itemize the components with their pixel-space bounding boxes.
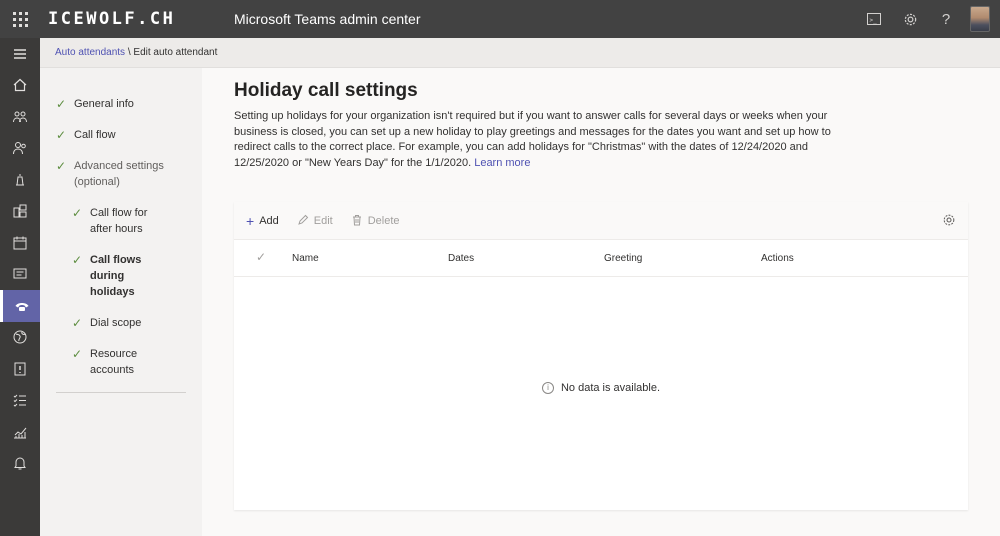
app-title: Microsoft Teams admin center — [234, 11, 421, 27]
step-general-info[interactable]: ✓ General info — [56, 96, 134, 112]
learn-more-link[interactable]: Learn more — [474, 157, 530, 169]
add-button[interactable]: + Add — [246, 213, 279, 229]
edit-button[interactable]: Edit — [297, 213, 333, 229]
breadcrumb-current: Edit auto attendant — [133, 47, 218, 58]
step-label: Call flows during holidays — [90, 254, 142, 298]
step-label: Advanced settings (optional) — [74, 160, 164, 188]
step-resource-accounts[interactable]: ✓ Resource accounts — [72, 346, 160, 378]
step-label: Dial scope — [90, 317, 142, 329]
card-toolbar: + Add Edit Delete — [234, 202, 968, 240]
plus-icon: + — [246, 212, 255, 229]
empty-message: No data is available. — [560, 382, 661, 394]
table-settings-icon[interactable] — [942, 213, 956, 230]
trash-icon — [351, 213, 363, 229]
meetings-icon[interactable] — [0, 227, 40, 259]
select-all-checkbox[interactable]: ✓ — [256, 250, 266, 264]
avatar[interactable] — [970, 6, 990, 32]
brand-logo: ICEWOLF.CH — [48, 9, 176, 29]
cloud-shell-icon[interactable]: >_ — [856, 0, 892, 38]
gear-icon[interactable] — [892, 0, 928, 38]
step-dial-scope[interactable]: ✓ Dial scope — [72, 315, 160, 331]
voice-icon[interactable] — [0, 290, 40, 322]
wizard-steps: ✓ General info ✓ Call flow ✓ Advanced se… — [40, 68, 202, 536]
main-content: Holiday call settings Setting up holiday… — [202, 68, 1000, 536]
step-holidays[interactable]: ✓ Call flows during holidays — [72, 252, 160, 300]
step-advanced-settings[interactable]: ✓ Advanced settings (optional) — [56, 158, 174, 190]
breadcrumb: Auto attendants \ Edit auto attendant — [40, 38, 1000, 68]
policy-packages-icon[interactable] — [0, 353, 40, 385]
column-header-greeting[interactable]: Greeting — [604, 253, 642, 264]
delete-label: Delete — [367, 214, 400, 227]
planning-icon[interactable] — [0, 385, 40, 417]
column-header-dates[interactable]: Dates — [448, 253, 474, 264]
description-text: Setting up holidays for your organizatio… — [234, 110, 831, 169]
info-icon: i — [541, 382, 554, 394]
step-label: Call flow — [74, 129, 116, 141]
globe-icon[interactable] — [0, 322, 40, 354]
teams-icon[interactable] — [0, 101, 40, 133]
table-header: ✓ Name Dates Greeting Actions — [234, 240, 968, 277]
empty-state: i No data is available. — [234, 382, 968, 394]
step-call-flow[interactable]: ✓ Call flow — [56, 127, 116, 143]
column-header-name[interactable]: Name — [292, 253, 319, 264]
analytics-icon[interactable] — [0, 416, 40, 448]
home-icon[interactable] — [0, 70, 40, 102]
breadcrumb-link-auto-attendants[interactable]: Auto attendants — [55, 47, 125, 58]
steps-divider — [56, 392, 186, 393]
checkmark-icon: ✓ — [72, 347, 83, 361]
breadcrumb-separator: \ — [125, 47, 134, 58]
checkmark-icon: ✓ — [72, 206, 83, 220]
checkmark-icon: ✓ — [72, 253, 83, 267]
users-icon[interactable] — [0, 133, 40, 165]
column-header-actions[interactable]: Actions — [761, 253, 794, 264]
pencil-icon — [297, 213, 309, 229]
help-icon[interactable]: ? — [928, 0, 964, 38]
checkmark-icon: ✓ — [72, 316, 83, 330]
page-title: Holiday call settings — [234, 80, 418, 101]
checkmark-icon: ✓ — [56, 128, 67, 142]
step-label: Call flow for after hours — [90, 207, 148, 235]
top-bar: ICEWOLF.CH Microsoft Teams admin center … — [0, 0, 1000, 38]
delete-button[interactable]: Delete — [351, 213, 400, 229]
devices-icon[interactable] — [0, 164, 40, 196]
add-label: Add — [259, 214, 279, 227]
holidays-card: + Add Edit Delete ✓ Name Dates Greeting … — [234, 202, 968, 510]
notifications-icon[interactable] — [0, 448, 40, 480]
messaging-icon[interactable] — [0, 259, 40, 291]
svg-text:>_: >_ — [870, 17, 878, 24]
edit-label: Edit — [313, 214, 333, 227]
step-after-hours[interactable]: ✓ Call flow for after hours — [72, 205, 160, 237]
step-label: General info — [74, 98, 134, 110]
left-rail — [0, 38, 40, 536]
waffle-icon[interactable] — [0, 0, 40, 38]
locations-icon[interactable] — [0, 196, 40, 228]
page-description: Setting up holidays for your organizatio… — [234, 109, 834, 171]
checkmark-icon: ✓ — [56, 159, 67, 173]
step-label: Resource accounts — [90, 348, 138, 376]
checkmark-icon: ✓ — [56, 97, 67, 111]
menu-icon[interactable] — [0, 38, 40, 70]
